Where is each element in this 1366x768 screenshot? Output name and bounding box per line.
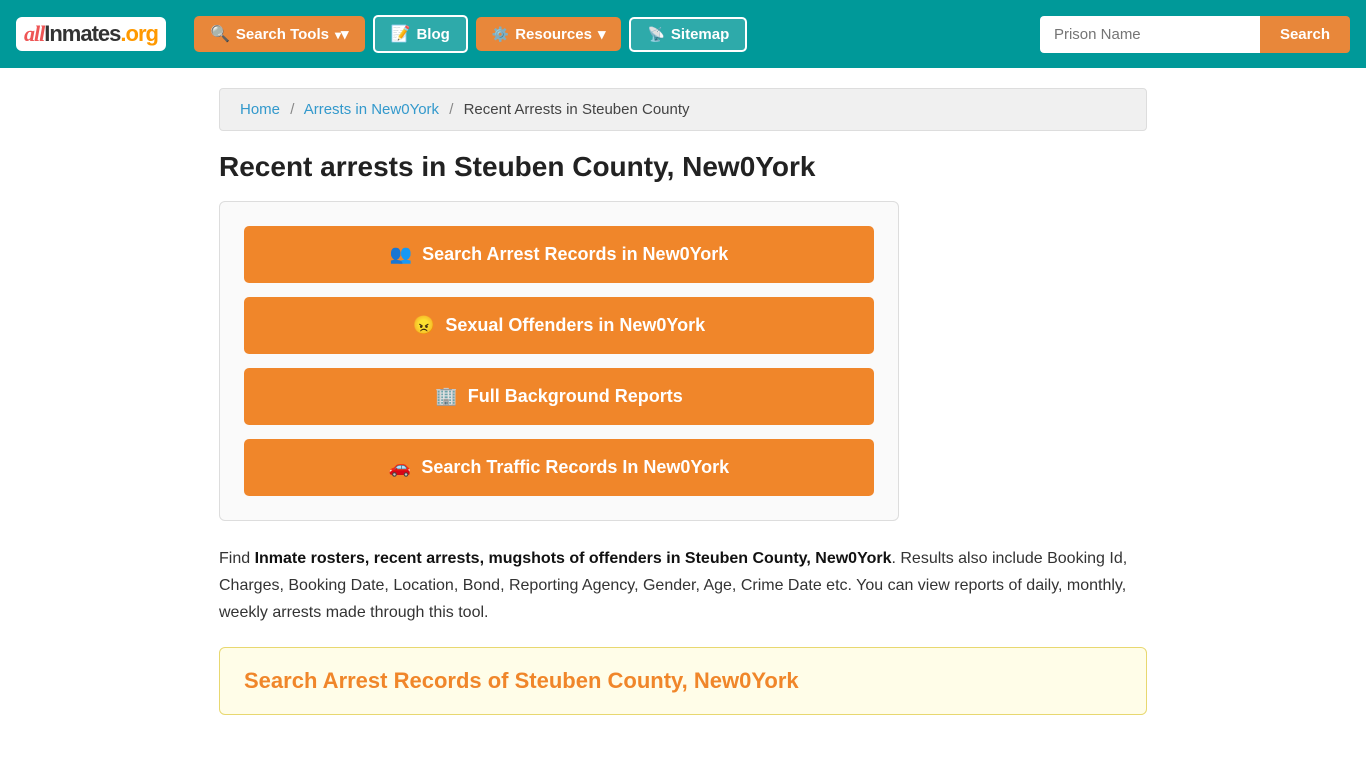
sitemap-label: Sitemap bbox=[671, 26, 729, 43]
site-logo[interactable]: allInmates.org bbox=[16, 17, 166, 51]
breadcrumb-current: Recent Arrests in Steuben County bbox=[464, 101, 690, 118]
site-header: allInmates.org Search Tools ▾ Blog Resou… bbox=[0, 0, 1366, 68]
offender-icon: 😠 bbox=[413, 315, 435, 336]
prison-name-input[interactable] bbox=[1040, 16, 1260, 53]
breadcrumb-arrests[interactable]: Arrests in New0York bbox=[304, 101, 439, 118]
sitemap-icon bbox=[647, 26, 664, 43]
breadcrumb-sep1: / bbox=[290, 101, 294, 118]
breadcrumb-home[interactable]: Home bbox=[240, 101, 280, 118]
prison-search-button[interactable]: Search bbox=[1260, 16, 1350, 53]
blog-button[interactable]: Blog bbox=[373, 15, 468, 53]
main-content: Home / Arrests in New0York / Recent Arre… bbox=[203, 68, 1163, 755]
description-highlight: Inmate rosters, recent arrests, mugshots… bbox=[255, 550, 892, 567]
blog-icon bbox=[391, 24, 411, 44]
building-icon: 🏢 bbox=[435, 386, 457, 407]
sexual-offenders-button[interactable]: 😠 Sexual Offenders in New0York bbox=[244, 297, 874, 354]
page-title: Recent arrests in Steuben County, New0Yo… bbox=[219, 151, 1147, 183]
resources-icon bbox=[492, 26, 509, 43]
action-buttons-box: 👥 Search Arrest Records in New0York 😠 Se… bbox=[219, 201, 899, 521]
search-records-title: Search Arrest Records of Steuben County,… bbox=[244, 668, 1122, 694]
resources-dropdown-icon: ▾ bbox=[598, 25, 606, 43]
breadcrumb-sep2: / bbox=[449, 101, 453, 118]
search-records-box: Search Arrest Records of Steuben County,… bbox=[219, 647, 1147, 715]
blog-label: Blog bbox=[416, 26, 449, 43]
logo-all: all bbox=[24, 21, 44, 47]
search-arrest-label: Search Arrest Records in New0York bbox=[422, 244, 728, 265]
traffic-records-button[interactable]: 🚗 Search Traffic Records In New0York bbox=[244, 439, 874, 496]
traffic-records-label: Search Traffic Records In New0York bbox=[421, 457, 729, 478]
people-icon: 👥 bbox=[390, 244, 412, 265]
search-arrest-records-button[interactable]: 👥 Search Arrest Records in New0York bbox=[244, 226, 874, 283]
background-reports-button[interactable]: 🏢 Full Background Reports bbox=[244, 368, 874, 425]
logo-org: .org bbox=[120, 21, 158, 47]
search-tools-button[interactable]: Search Tools ▾ bbox=[194, 16, 365, 52]
sitemap-button[interactable]: Sitemap bbox=[629, 17, 747, 52]
logo-inmates: Inmates bbox=[44, 21, 120, 47]
prison-search-area: Search bbox=[1040, 16, 1350, 53]
search-button-label: Search bbox=[1280, 26, 1330, 43]
resources-button[interactable]: Resources ▾ bbox=[476, 17, 622, 51]
background-reports-label: Full Background Reports bbox=[468, 386, 683, 407]
description-intro: Find bbox=[219, 550, 255, 567]
dropdown-icon: ▾ bbox=[335, 25, 349, 43]
description-text: Find Inmate rosters, recent arrests, mug… bbox=[219, 545, 1147, 627]
main-nav: Search Tools ▾ Blog Resources ▾ Sitemap bbox=[194, 15, 1028, 53]
car-icon: 🚗 bbox=[389, 457, 411, 478]
breadcrumb: Home / Arrests in New0York / Recent Arre… bbox=[219, 88, 1147, 131]
search-tools-label: Search Tools bbox=[236, 26, 329, 43]
sexual-offenders-label: Sexual Offenders in New0York bbox=[445, 315, 705, 336]
search-icon bbox=[210, 24, 230, 44]
resources-label: Resources bbox=[515, 26, 592, 43]
